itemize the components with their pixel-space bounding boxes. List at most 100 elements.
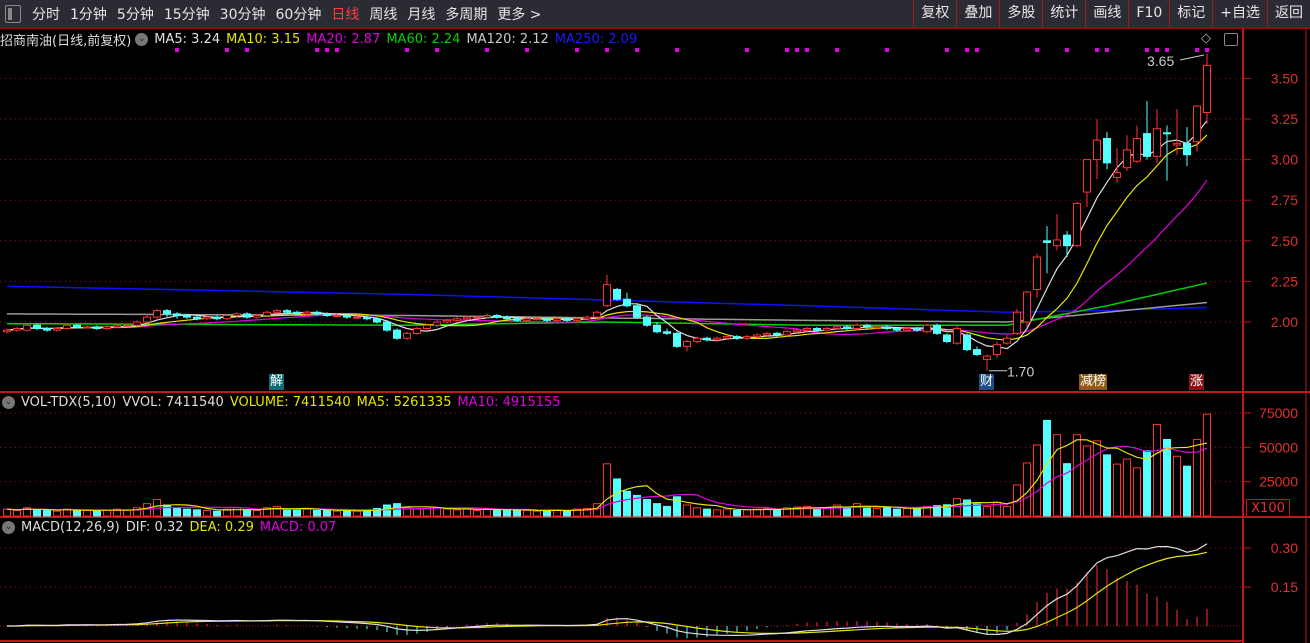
- volume-bar: [173, 507, 181, 517]
- candle-body: [253, 315, 261, 318]
- volume-bar: [1103, 454, 1111, 517]
- candle-body: [433, 321, 441, 326]
- candle-body: [1043, 240, 1051, 243]
- price-tick-label: 3.25: [1271, 111, 1298, 127]
- volume-bar: [303, 508, 311, 517]
- price-tick-label: 3.50: [1271, 70, 1298, 86]
- event-marker-dot: [1155, 48, 1159, 52]
- volume-bar: [1173, 455, 1181, 517]
- price-legend: 招商南油(日线,前复权) ⌄ MA5: 3.24 MA10: 3.15 MA20…: [0, 30, 643, 49]
- candle-body: [973, 349, 981, 355]
- volume-bar: [983, 505, 991, 517]
- volume-bar: [523, 510, 531, 517]
- candle-body: [53, 327, 61, 331]
- volume-bar: [1113, 463, 1121, 517]
- candle-body: [903, 327, 911, 331]
- ma120-value: MA120: 2.12: [466, 32, 549, 47]
- candle-body: [883, 326, 891, 329]
- volume-bar: [473, 510, 481, 517]
- candle-body: [793, 329, 801, 333]
- candle-body: [1173, 142, 1181, 146]
- volume-bar: [503, 510, 511, 517]
- collapse-chevron-icon[interactable]: ⌄: [135, 33, 149, 46]
- candle-body: [983, 355, 991, 360]
- panel-toggle-icon[interactable]: [1224, 33, 1238, 46]
- candle-body: [493, 315, 501, 318]
- volume-bar: [1123, 458, 1131, 517]
- dif-value: DIF: 0.32: [125, 520, 184, 535]
- candle-body: [73, 324, 81, 328]
- volume-bar: [713, 509, 721, 517]
- volume-bar: [433, 507, 441, 517]
- volume-bar: [383, 504, 391, 517]
- volume-bar: [863, 506, 871, 517]
- volume-bar: [73, 509, 81, 517]
- event-tag[interactable]: 减榜: [1079, 374, 1108, 390]
- volume-bar: [743, 509, 751, 517]
- candle-body: [1143, 133, 1151, 157]
- candle-body: [483, 315, 491, 318]
- collapse-chevron-icon[interactable]: ⌄: [2, 396, 15, 409]
- price-tick-label: 2.75: [1271, 192, 1298, 208]
- volume-legend: ⌄ VOL-TDX(5,10) VVOL: 7411540 VOLUME: 74…: [0, 395, 567, 410]
- candle-body: [23, 324, 31, 331]
- candle-body: [1013, 311, 1021, 334]
- candle-body: [1183, 142, 1191, 156]
- candle-body: [333, 315, 341, 318]
- candle-body: [1093, 139, 1101, 161]
- candle-body: [543, 318, 551, 321]
- volume-bar: [1083, 445, 1091, 517]
- volume-bar: [323, 510, 331, 517]
- volume-tick-label: 25000: [1259, 474, 1298, 490]
- collapse-chevron-icon[interactable]: ⌄: [2, 521, 15, 534]
- candle-body: [783, 331, 791, 336]
- candle-body: [33, 324, 41, 329]
- candle-body: [753, 334, 761, 338]
- volume-bar: [513, 509, 521, 517]
- event-tag[interactable]: 财: [979, 374, 995, 390]
- candle-body: [393, 329, 401, 339]
- stock-chart[interactable]: 3.50 3.25 3.00 2.75 2.50 2.25 2.00 75000 50000 25…: [0, 0, 1310, 643]
- candle-body: [773, 332, 781, 336]
- volume-bar: [883, 507, 891, 517]
- low-price-label: 1.70: [1007, 364, 1034, 380]
- candle-body: [913, 327, 921, 331]
- ma250-value: MA250: 2.09: [554, 32, 638, 47]
- diamond-icon[interactable]: ◇: [1201, 31, 1211, 46]
- volume-bar: [1143, 450, 1151, 517]
- candle-body: [473, 316, 481, 319]
- candle-body: [843, 326, 851, 329]
- volume-bar: [13, 510, 21, 517]
- volume-bar: [213, 510, 221, 517]
- candle-body: [103, 326, 111, 329]
- volume-bar: [443, 508, 451, 517]
- candle-body: [863, 324, 871, 328]
- candle-body: [923, 324, 931, 333]
- candle-body: [583, 316, 591, 320]
- candle-body: [123, 324, 131, 327]
- event-marker-dot: [745, 48, 749, 52]
- candle-body: [113, 324, 121, 328]
- volume-bar: [613, 478, 621, 517]
- volume-bar: [893, 508, 901, 517]
- volume-bar: [183, 508, 191, 517]
- candle-body: [313, 311, 321, 315]
- volume-bar: [393, 503, 401, 517]
- volume-bar: [343, 510, 351, 517]
- candle-body: [413, 327, 421, 334]
- volume-bar: [1153, 423, 1161, 517]
- volume-unit-label: X100: [1246, 499, 1290, 518]
- macd-legend: ⌄ MACD(12,26,9) DIF: 0.32 DEA: 0.29 MACD…: [0, 520, 342, 535]
- candle-body: [603, 284, 611, 307]
- volume-bar: [873, 507, 881, 517]
- high-arrow-icon: [1179, 54, 1205, 61]
- candle-body: [1073, 202, 1081, 247]
- volume-bar: [203, 510, 211, 517]
- volume-bar: [903, 507, 911, 517]
- volume-tick-label: 75000: [1259, 405, 1298, 421]
- event-tag[interactable]: 涨: [1189, 374, 1205, 390]
- candle-body: [303, 311, 311, 315]
- candle-body: [523, 318, 531, 321]
- candle-body: [1193, 105, 1201, 143]
- event-tag[interactable]: 解: [269, 374, 285, 390]
